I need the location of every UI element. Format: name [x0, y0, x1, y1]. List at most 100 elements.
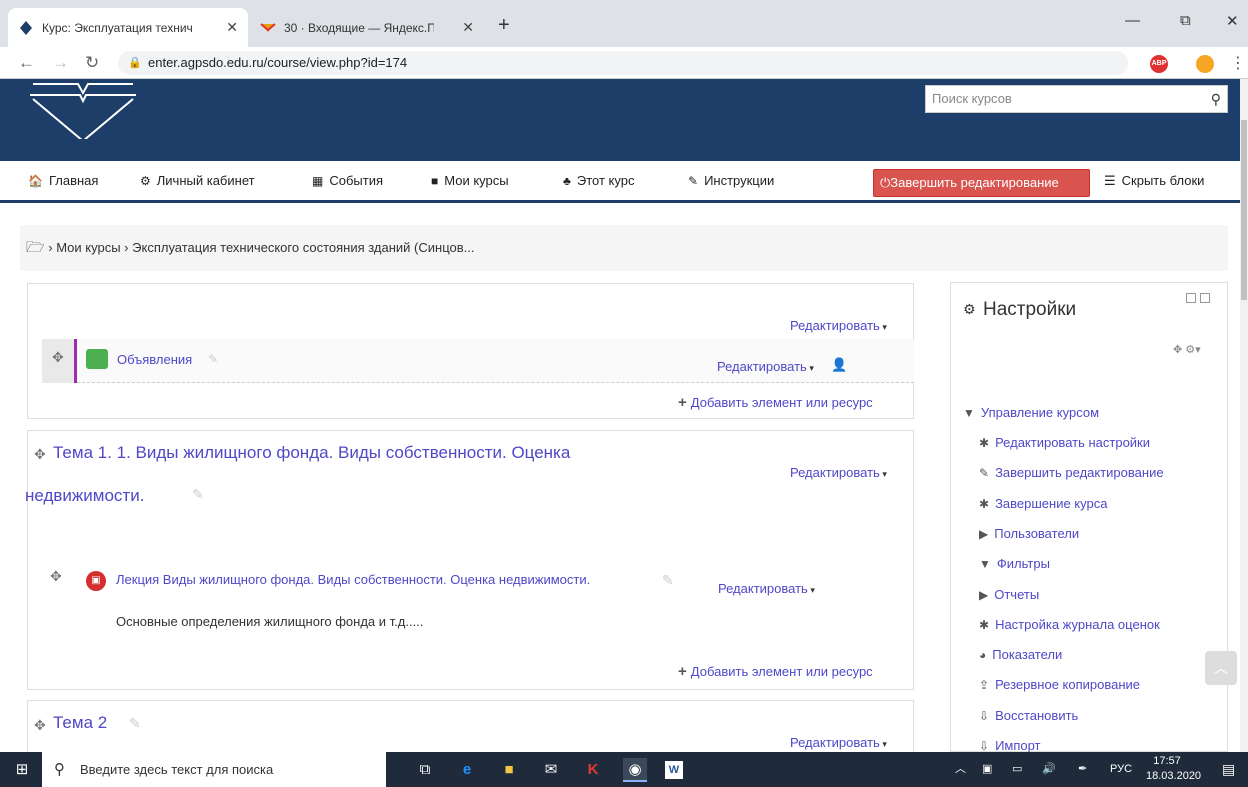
extension-icon[interactable] — [1196, 55, 1214, 73]
edit-title-icon[interactable]: ✎ — [662, 572, 674, 589]
forward-icon[interactable]: → — [52, 53, 69, 73]
download-icon: ⇩ — [979, 708, 990, 723]
tab-course[interactable]: Курс: Эксплуатация техническо ✕ — [8, 8, 248, 47]
scrollbar-thumb[interactable] — [1241, 120, 1247, 300]
breadcrumb-separator: › — [124, 240, 129, 255]
site-logo[interactable] — [28, 79, 138, 139]
task-view-icon[interactable]: ⧉ — [413, 758, 437, 782]
move-icon[interactable]: ✥ — [52, 349, 64, 366]
section-title[interactable]: Тема 2 — [53, 713, 107, 733]
close-tab-icon[interactable]: ✕ — [462, 19, 474, 36]
edit-title-icon[interactable]: ✎ — [192, 486, 204, 503]
settings-item[interactable]: ✱ Завершение курса — [979, 496, 1107, 511]
settings-item[interactable]: ▶ Отчеты — [979, 587, 1039, 602]
tray-expand-icon[interactable]: ︿ — [955, 752, 966, 787]
nav-events[interactable]: ▦ События — [312, 173, 383, 188]
move-icon[interactable]: ✥ — [50, 568, 62, 585]
gears-icon: ⚙ — [963, 301, 976, 317]
triangle-right-icon: ▶ — [979, 526, 989, 541]
section-title[interactable]: Тема 1. 1. Виды жилищного фонда. Виды со… — [53, 443, 570, 463]
language-indicator[interactable]: РУС — [1110, 752, 1132, 787]
mail-icon[interactable]: ✉ — [539, 758, 563, 782]
settings-item[interactable]: ◕ Показатели — [979, 647, 1062, 662]
settings-item[interactable]: ▶ Пользователи — [979, 526, 1079, 541]
browser-menu-icon[interactable]: ⋮ — [1230, 53, 1246, 73]
notifications-icon[interactable]: ▤ — [1222, 752, 1235, 787]
tray-app-icon[interactable]: ▣ — [982, 752, 992, 787]
nav-home[interactable]: 🏠 Главная — [28, 173, 98, 188]
search-icon[interactable]: ⚲ — [1211, 86, 1221, 112]
settings-item[interactable]: ✱ Редактировать настройки — [979, 435, 1150, 450]
course-search-input[interactable]: Поиск курсов ⚲ — [925, 85, 1228, 113]
settings-item[interactable]: ⇩ Восстановить — [979, 708, 1078, 723]
lock-icon: 🔒 — [128, 57, 142, 69]
list-icon: ☰ — [1104, 173, 1116, 188]
section-edit-menu[interactable]: Редактировать — [790, 735, 887, 750]
settings-item[interactable]: ✎ Завершить редактирование — [979, 465, 1164, 480]
url-field[interactable]: 🔒 enter.agpsdo.edu.ru/course/view.php?id… — [118, 51, 1128, 75]
word-icon[interactable]: W — [665, 761, 683, 779]
pie-chart-icon: ◕ — [979, 648, 987, 663]
collapse-block-icon[interactable] — [1186, 293, 1196, 303]
add-activity-button[interactable]: + Добавить элемент или ресурс — [678, 394, 873, 411]
nav-dashboard[interactable]: ⚙ Личный кабинет — [140, 173, 255, 188]
gear-icon: ✱ — [979, 436, 990, 450]
dock-block-icon[interactable] — [1200, 293, 1210, 303]
activity-link-announcements[interactable]: Объявления — [117, 352, 192, 367]
move-icon[interactable]: ✥ — [34, 446, 46, 463]
address-bar: ← → ↻ 🔒 enter.agpsdo.edu.ru/course/view.… — [0, 47, 1248, 79]
section-edit-menu[interactable]: Редактировать — [790, 318, 887, 333]
nav-label: Личный кабинет — [156, 173, 255, 188]
sitemap-icon: ♣ — [563, 174, 571, 188]
minimize-icon[interactable]: — — [1125, 12, 1140, 29]
finish-editing-button[interactable]: ⏻Завершить редактирование — [873, 169, 1090, 197]
breadcrumb-my-courses[interactable]: Мои курсы — [56, 240, 120, 255]
network-icon[interactable]: ▭ — [1012, 752, 1022, 787]
edit-title-icon[interactable]: ✎ — [208, 352, 218, 366]
nav-my-courses[interactable]: ■ Мои курсы — [431, 173, 509, 188]
settings-item[interactable]: ⇪ Резервное копирование — [979, 677, 1140, 692]
nav-instructions[interactable]: ✎ Инструкции — [688, 173, 774, 188]
activity-edit-menu[interactable]: Редактировать — [717, 359, 814, 374]
drag-handle[interactable]: ✥ — [42, 339, 74, 383]
new-tab-button[interactable]: + — [498, 14, 510, 37]
add-activity-button[interactable]: + Добавить элемент или ресурс — [678, 663, 873, 680]
kaspersky-icon[interactable]: K — [581, 758, 605, 782]
user-icon[interactable]: 👤 — [831, 357, 847, 373]
pen-icon[interactable]: ✒ — [1078, 752, 1087, 787]
adblock-icon[interactable]: ABP — [1150, 55, 1168, 73]
chrome-icon[interactable]: ◉ — [623, 758, 647, 782]
tab-mail[interactable]: 30 · Входящие — Яндекс.Почта ✕ — [250, 8, 484, 47]
nav-label: Мои курсы — [444, 173, 509, 188]
move-icon[interactable]: ✥ — [34, 717, 46, 734]
edit-title-icon[interactable]: ✎ — [129, 715, 141, 732]
clock[interactable]: 17:57 18.03.2020 — [1146, 754, 1201, 784]
activity-edit-menu[interactable]: Редактировать — [718, 581, 815, 596]
windows-start-icon[interactable]: ⊞ — [10, 758, 34, 782]
edge-icon[interactable]: e — [455, 758, 479, 782]
back-to-top-button[interactable]: ︿ — [1205, 651, 1237, 685]
triangle-right-icon: ▶ — [979, 587, 989, 602]
volume-icon[interactable]: 🔊 — [1042, 752, 1056, 787]
reload-icon[interactable]: ↻ — [85, 53, 99, 73]
tab-title: 30 · Входящие — Яндекс.Почта — [284, 20, 434, 35]
activity-link-lecture[interactable]: Лекция Виды жилищного фонда. Виды собств… — [116, 572, 590, 587]
course-admin-node[interactable]: ▼ Управление курсом — [963, 405, 1099, 420]
nav-this-course[interactable]: ♣ Этот курс — [563, 173, 634, 188]
close-window-icon[interactable]: ✕ — [1226, 12, 1239, 30]
settings-item[interactable]: ✱ Настройка журнала оценок — [979, 617, 1160, 632]
restore-icon[interactable]: ⧉ — [1180, 12, 1191, 29]
settings-item-label: Восстановить — [995, 707, 1079, 723]
block-actions-icon[interactable]: ✥ ⚙▾ — [1173, 343, 1201, 356]
file-explorer-icon[interactable]: ■ — [497, 758, 521, 782]
settings-item[interactable]: ⇩ Импорт — [979, 738, 1041, 753]
back-icon[interactable]: ← — [18, 53, 35, 73]
settings-item[interactable]: ▼ Фильтры — [979, 556, 1050, 571]
breadcrumb-course[interactable]: Эксплуатация технического состояния здан… — [132, 240, 474, 255]
section-title-continued[interactable]: недвижимости. — [25, 486, 144, 506]
section-edit-menu[interactable]: Редактировать — [790, 465, 887, 480]
close-tab-icon[interactable]: ✕ — [226, 19, 238, 36]
hide-blocks-button[interactable]: ☰ Скрыть блоки — [1104, 173, 1204, 189]
taskbar-search-input[interactable]: ⚲ Введите здесь текст для поиска — [42, 752, 386, 787]
triangle-down-icon: ▼ — [963, 406, 975, 420]
